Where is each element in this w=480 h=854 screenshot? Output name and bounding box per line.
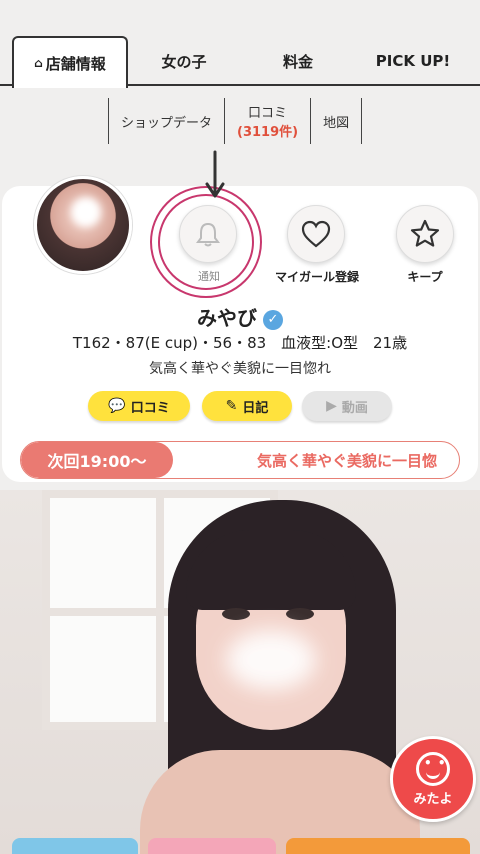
photo-eye — [286, 608, 314, 620]
tab-label: 料金 — [282, 52, 313, 71]
arrow-down-icon — [205, 150, 225, 198]
chat-icon: 💬 — [108, 398, 126, 414]
subnav-label: 口コミ — [248, 106, 288, 121]
tab-shop-info[interactable]: ⌂ 店舗情報 — [12, 36, 128, 88]
bottom-button-2[interactable] — [148, 838, 276, 854]
photo-eye — [222, 608, 250, 620]
avatar[interactable] — [34, 176, 132, 274]
diary-label: 日記 — [242, 400, 269, 416]
diary-button[interactable]: ✎ 日記 — [202, 391, 292, 421]
photo-bangs — [186, 530, 356, 610]
mitayo-button[interactable]: みたよ — [390, 736, 476, 822]
subnav-reviews[interactable]: 口コミ (3119件) — [224, 98, 310, 144]
subnav-label: ショップデータ — [121, 115, 213, 131]
review-label: 口コミ — [130, 400, 170, 416]
bell-icon — [196, 222, 220, 247]
photo-blur — [226, 630, 316, 690]
smile-icon — [416, 751, 450, 786]
review-button[interactable]: 💬 口コミ — [88, 391, 190, 421]
subnav-shop-data[interactable]: ショップデータ — [108, 98, 224, 144]
edit-icon: ✎ — [225, 398, 238, 414]
my-girl-label: マイガール登録 — [274, 270, 359, 284]
tab-label: PICK UP! — [375, 52, 451, 70]
subnav-label: 地図 — [323, 115, 350, 131]
tab-price[interactable]: 料金 — [240, 36, 356, 86]
verified-icon: ✓ — [263, 310, 283, 330]
star-icon — [410, 219, 440, 247]
keep-button[interactable] — [396, 205, 454, 263]
sub-nav: ショップデータ 口コミ (3119件) 地図 — [108, 98, 363, 144]
my-girl-button[interactable] — [287, 205, 345, 263]
bottom-button-3[interactable] — [286, 838, 470, 854]
next-message: 気高く華やぐ美貌に一目惚 — [257, 452, 438, 470]
tab-pickup[interactable]: PICK UP! — [356, 36, 470, 86]
tab-label: 店舗情報 — [45, 54, 106, 73]
bottom-button-1[interactable] — [12, 838, 138, 854]
camera-icon: ▶ — [326, 398, 337, 414]
next-schedule-bar[interactable]: 次回19:00〜 気高く華やぐ美貌に一目惚 — [20, 441, 460, 479]
profile-name-row: みやび ✓ — [0, 302, 480, 331]
profile-stats: T162・87(E cup)・56・83 血液型:O型 21歳 — [72, 334, 408, 352]
profile-catchphrase: 気高く華やぐ美貌に一目惚れ — [149, 361, 331, 377]
video-button: ▶ 動画 — [302, 391, 392, 421]
avatar-blur — [71, 197, 101, 227]
reviews-count: (3119件) — [237, 125, 299, 140]
tab-girls[interactable]: 女の子 — [128, 36, 240, 86]
notify-button[interactable] — [179, 205, 237, 263]
notify-label: 通知 — [198, 270, 220, 283]
subnav-map[interactable]: 地図 — [310, 98, 363, 144]
heart-icon — [301, 220, 331, 248]
mitayo-label: みたよ — [413, 791, 453, 807]
main-tabs: ⌂ 店舗情報 女の子 料金 PICK UP! — [0, 36, 480, 88]
video-label: 動画 — [341, 400, 368, 416]
next-time: 次回19:00〜 — [21, 442, 173, 478]
keep-label: キープ — [407, 270, 443, 284]
profile-name: みやび — [197, 306, 257, 330]
tab-label: 女の子 — [161, 52, 207, 71]
home-icon: ⌂ — [34, 56, 43, 70]
